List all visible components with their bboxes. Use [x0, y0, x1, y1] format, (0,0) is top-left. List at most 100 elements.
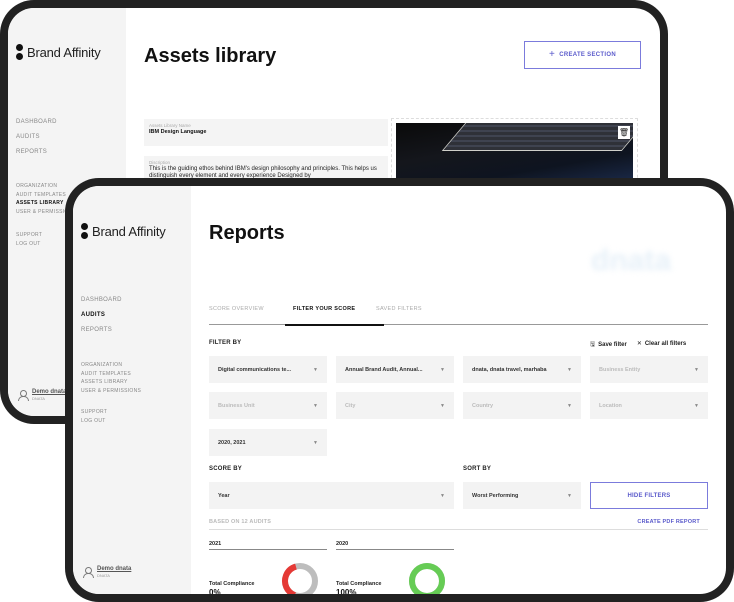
filter-select-city[interactable]: City ▼ [336, 392, 454, 419]
create-pdf-report-link[interactable]: CREATE PDF REPORT [637, 519, 700, 525]
close-icon: ✕ [636, 341, 642, 347]
chevron-down-icon: ▼ [694, 402, 699, 409]
select-value: 2020, 2021 [218, 439, 246, 446]
select-placeholder: Business Unit [218, 402, 255, 409]
brand-logo-icon [81, 223, 88, 239]
chevron-down-icon: ▼ [694, 366, 699, 373]
clear-filters-label: Clear all filters [644, 341, 687, 347]
chevron-down-icon: ▼ [313, 439, 318, 446]
brand-logo: Brand Affinity [81, 223, 166, 239]
select-placeholder: City [345, 402, 356, 409]
plus-icon: + [549, 49, 556, 60]
filter-by-label: FILTER BY [209, 340, 242, 346]
score-by-select[interactable]: Year ▼ [209, 482, 454, 509]
front-nav-support: SUPPORT LOG OUT [81, 409, 107, 426]
nav-item-log-out[interactable]: LOG OUT [16, 241, 42, 247]
save-filter-label: Save filter [598, 342, 627, 348]
chevron-down-icon: ▼ [313, 402, 318, 409]
filter-select-brand[interactable]: dnata, dnata travel, marhaba ▼ [463, 356, 581, 383]
sort-by-select[interactable]: Worst Performing ▼ [463, 482, 581, 509]
filter-select-audit[interactable]: Annual Brand Audit, Annual... ▼ [336, 356, 454, 383]
filter-select-business-entity[interactable]: Business Entity ▼ [590, 356, 708, 383]
user-icon [83, 567, 94, 578]
filter-select-business-unit[interactable]: Business Unit ▼ [209, 392, 327, 419]
nav-item-audits[interactable]: AUDITS [81, 312, 122, 318]
score-by-label: SCORE BY [209, 466, 242, 472]
year-column-2021: 2021 [209, 541, 327, 550]
chevron-down-icon: ▼ [567, 492, 572, 499]
chevron-down-icon: ▼ [313, 366, 318, 373]
select-placeholder: Location [599, 402, 622, 409]
tab-score-overview[interactable]: SCORE OVERVIEW [209, 305, 293, 325]
back-nav-support: SUPPORT LOG OUT [16, 232, 42, 249]
year-label: 2020 [336, 541, 454, 550]
user-name[interactable]: Demo dnata [97, 566, 131, 572]
client-logo: dnata [591, 244, 672, 277]
nav-item-user-permissions[interactable]: USER & PERMISSIONS [81, 388, 141, 394]
filter-select-location[interactable]: Location ▼ [590, 392, 708, 419]
clear-filters-button[interactable]: ✕ Clear all filters [637, 340, 686, 350]
front-device-frame: Brand Affinity DASHBOARD AUDITS REPORTS … [65, 178, 734, 602]
select-value: Worst Performing [472, 492, 519, 499]
page-title: Reports [209, 222, 285, 244]
save-icon: 🖫 [590, 342, 596, 348]
filter-select-category[interactable]: Digital communications te... ▼ [209, 356, 327, 383]
compliance-2020: Total Compliance 100% [336, 581, 381, 594]
filter-select-year[interactable]: 2020, 2021 ▼ [209, 429, 327, 456]
library-name-value: IBM Design Language [149, 129, 207, 135]
select-value: Digital communications te... [218, 366, 292, 373]
front-nav-sub: ORGANIZATION AUDIT TEMPLATES ASSETS LIBR… [81, 362, 141, 396]
chevron-down-icon: ▼ [567, 402, 572, 409]
library-name-label: Assets Library Name [149, 123, 191, 128]
nav-item-reports[interactable]: REPORTS [16, 149, 57, 155]
select-value: dnata, dnata travel, marhaba [472, 366, 547, 373]
filter-select-country[interactable]: Country ▼ [463, 392, 581, 419]
hide-filters-button[interactable]: HIDE FILTERS [590, 482, 708, 509]
chevron-down-icon: ▼ [440, 402, 445, 409]
save-filter-button[interactable]: 🖫 Save filter [590, 340, 627, 350]
select-placeholder: Business Entity [599, 366, 641, 373]
tab-saved-filters[interactable]: SAVED FILTERS [376, 305, 422, 325]
nav-item-assets-library[interactable]: ASSETS LIBRARY [81, 379, 141, 385]
nav-item-reports[interactable]: REPORTS [81, 327, 122, 333]
nav-item-audits[interactable]: AUDITS [16, 134, 57, 140]
compliance-value: 0% [209, 588, 221, 594]
nav-item-organization[interactable]: ORGANIZATION [81, 362, 141, 368]
brand-name: Brand Affinity [27, 44, 101, 60]
nav-item-dashboard[interactable]: DASHBOARD [81, 297, 122, 303]
asset-image: 🗑 [396, 123, 633, 183]
tab-filter-your-score[interactable]: FILTER YOUR SCORE [285, 305, 384, 326]
compliance-ring-2020 [409, 563, 445, 594]
select-value: Year [218, 492, 230, 499]
brand-logo-icon [16, 44, 23, 60]
trash-icon[interactable]: 🗑 [618, 126, 630, 139]
library-name-field[interactable]: Assets Library Name IBM Design Language [144, 119, 388, 146]
create-section-button[interactable]: + CREATE SECTION [524, 41, 641, 69]
select-value: Annual Brand Audit, Annual... [345, 366, 423, 373]
front-nav-main: DASHBOARD AUDITS REPORTS [81, 297, 122, 342]
create-section-label: CREATE SECTION [559, 52, 616, 58]
sort-by-label: SORT BY [463, 466, 492, 472]
report-tabs: SCORE OVERVIEW FILTER YOUR SCORE SAVED F… [209, 305, 708, 326]
brand-name: Brand Affinity [92, 223, 166, 239]
nav-item-audit-templates[interactable]: AUDIT TEMPLATES [16, 192, 76, 198]
description-label: Discription [149, 160, 171, 165]
nav-item-organization[interactable]: ORGANIZATION [16, 183, 76, 189]
compliance-label: Total Compliance [336, 581, 382, 587]
nav-item-log-out[interactable]: LOG OUT [81, 418, 107, 424]
user-name[interactable]: Demo dnata [32, 389, 66, 395]
nav-item-support[interactable]: SUPPORT [81, 409, 107, 415]
front-main: Reports dnata SCORE OVERVIEW FILTER YOUR… [191, 186, 726, 594]
chevron-down-icon: ▼ [567, 366, 572, 373]
nav-item-dashboard[interactable]: DASHBOARD [16, 119, 57, 125]
page-title: Assets library [144, 45, 277, 67]
brand-logo: Brand Affinity [16, 44, 101, 60]
compliance-2021: Total Compliance 0% [209, 581, 254, 594]
nav-item-audit-templates[interactable]: AUDIT TEMPLATES [81, 371, 141, 377]
nav-item-support[interactable]: SUPPORT [16, 232, 42, 238]
user-profile[interactable]: Demo dnata DNATA [83, 566, 131, 578]
user-profile[interactable]: Demo dnata DNATA [18, 389, 66, 401]
back-nav-main: DASHBOARD AUDITS REPORTS [16, 119, 57, 164]
chevron-down-icon: ▼ [440, 366, 445, 373]
user-icon [18, 390, 29, 401]
